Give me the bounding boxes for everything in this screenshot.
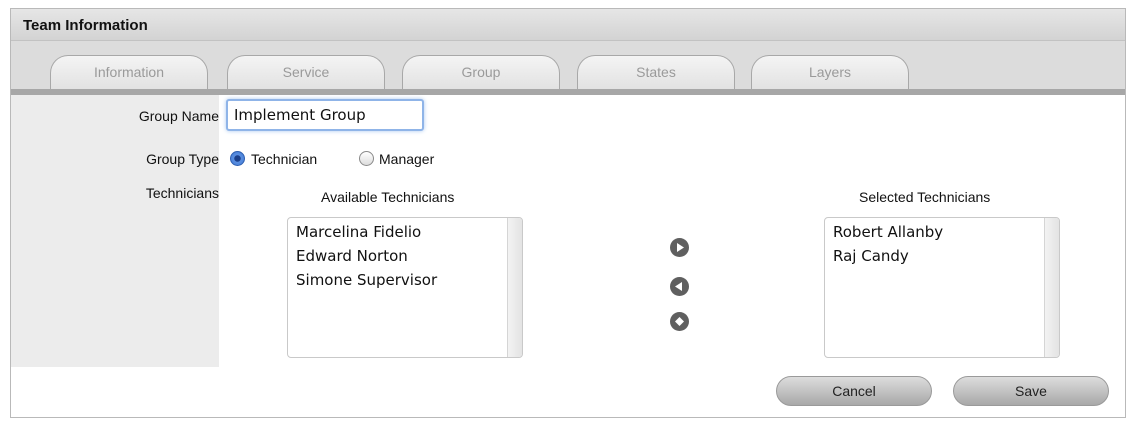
- team-information-panel: Team Information Information Service Gro…: [10, 8, 1126, 418]
- tab-states[interactable]: States: [577, 55, 735, 89]
- tab-layers[interactable]: Layers: [751, 55, 909, 89]
- scrollbar[interactable]: [507, 218, 522, 357]
- move-right-icon[interactable]: [670, 238, 689, 257]
- list-item[interactable]: Simone Supervisor: [288, 268, 437, 292]
- group-type-manager-label: Manager: [379, 151, 435, 167]
- panel-title: Team Information: [23, 17, 148, 34]
- tab-bar: Information Service Group States Layers: [11, 41, 1125, 89]
- group-type-manager-radio[interactable]: [359, 151, 374, 166]
- move-left-icon[interactable]: [670, 277, 689, 296]
- group-type-technician-radio[interactable]: [230, 151, 245, 166]
- available-technicians-heading: Available Technicians: [321, 189, 455, 205]
- technicians-label: Technicians: [145, 185, 219, 201]
- tab-group[interactable]: Group: [402, 55, 560, 89]
- group-type-label: Group Type: [146, 151, 219, 167]
- label-column: Group Name Group Type Technicians: [11, 95, 219, 367]
- tab-service[interactable]: Service: [227, 55, 385, 89]
- cancel-button[interactable]: Cancel: [776, 376, 932, 406]
- list-item[interactable]: Marcelina Fidelio: [288, 220, 437, 244]
- group-name-input[interactable]: [226, 99, 424, 131]
- selected-technicians-list[interactable]: Robert Allanby Raj Candy: [824, 217, 1060, 358]
- save-button[interactable]: Save: [953, 376, 1109, 406]
- panel-header: Team Information: [11, 9, 1125, 41]
- list-item[interactable]: Robert Allanby: [825, 220, 943, 244]
- list-item[interactable]: Raj Candy: [825, 244, 943, 268]
- available-technicians-list[interactable]: Marcelina Fidelio Edward Norton Simone S…: [287, 217, 523, 358]
- selected-technicians-heading: Selected Technicians: [859, 189, 991, 205]
- list-item[interactable]: Edward Norton: [288, 244, 437, 268]
- group-name-label: Group Name: [138, 108, 219, 124]
- tab-information[interactable]: Information: [50, 55, 208, 89]
- scrollbar[interactable]: [1044, 218, 1059, 357]
- group-type-technician-label: Technician: [251, 151, 318, 167]
- move-all-icon[interactable]: [670, 312, 689, 331]
